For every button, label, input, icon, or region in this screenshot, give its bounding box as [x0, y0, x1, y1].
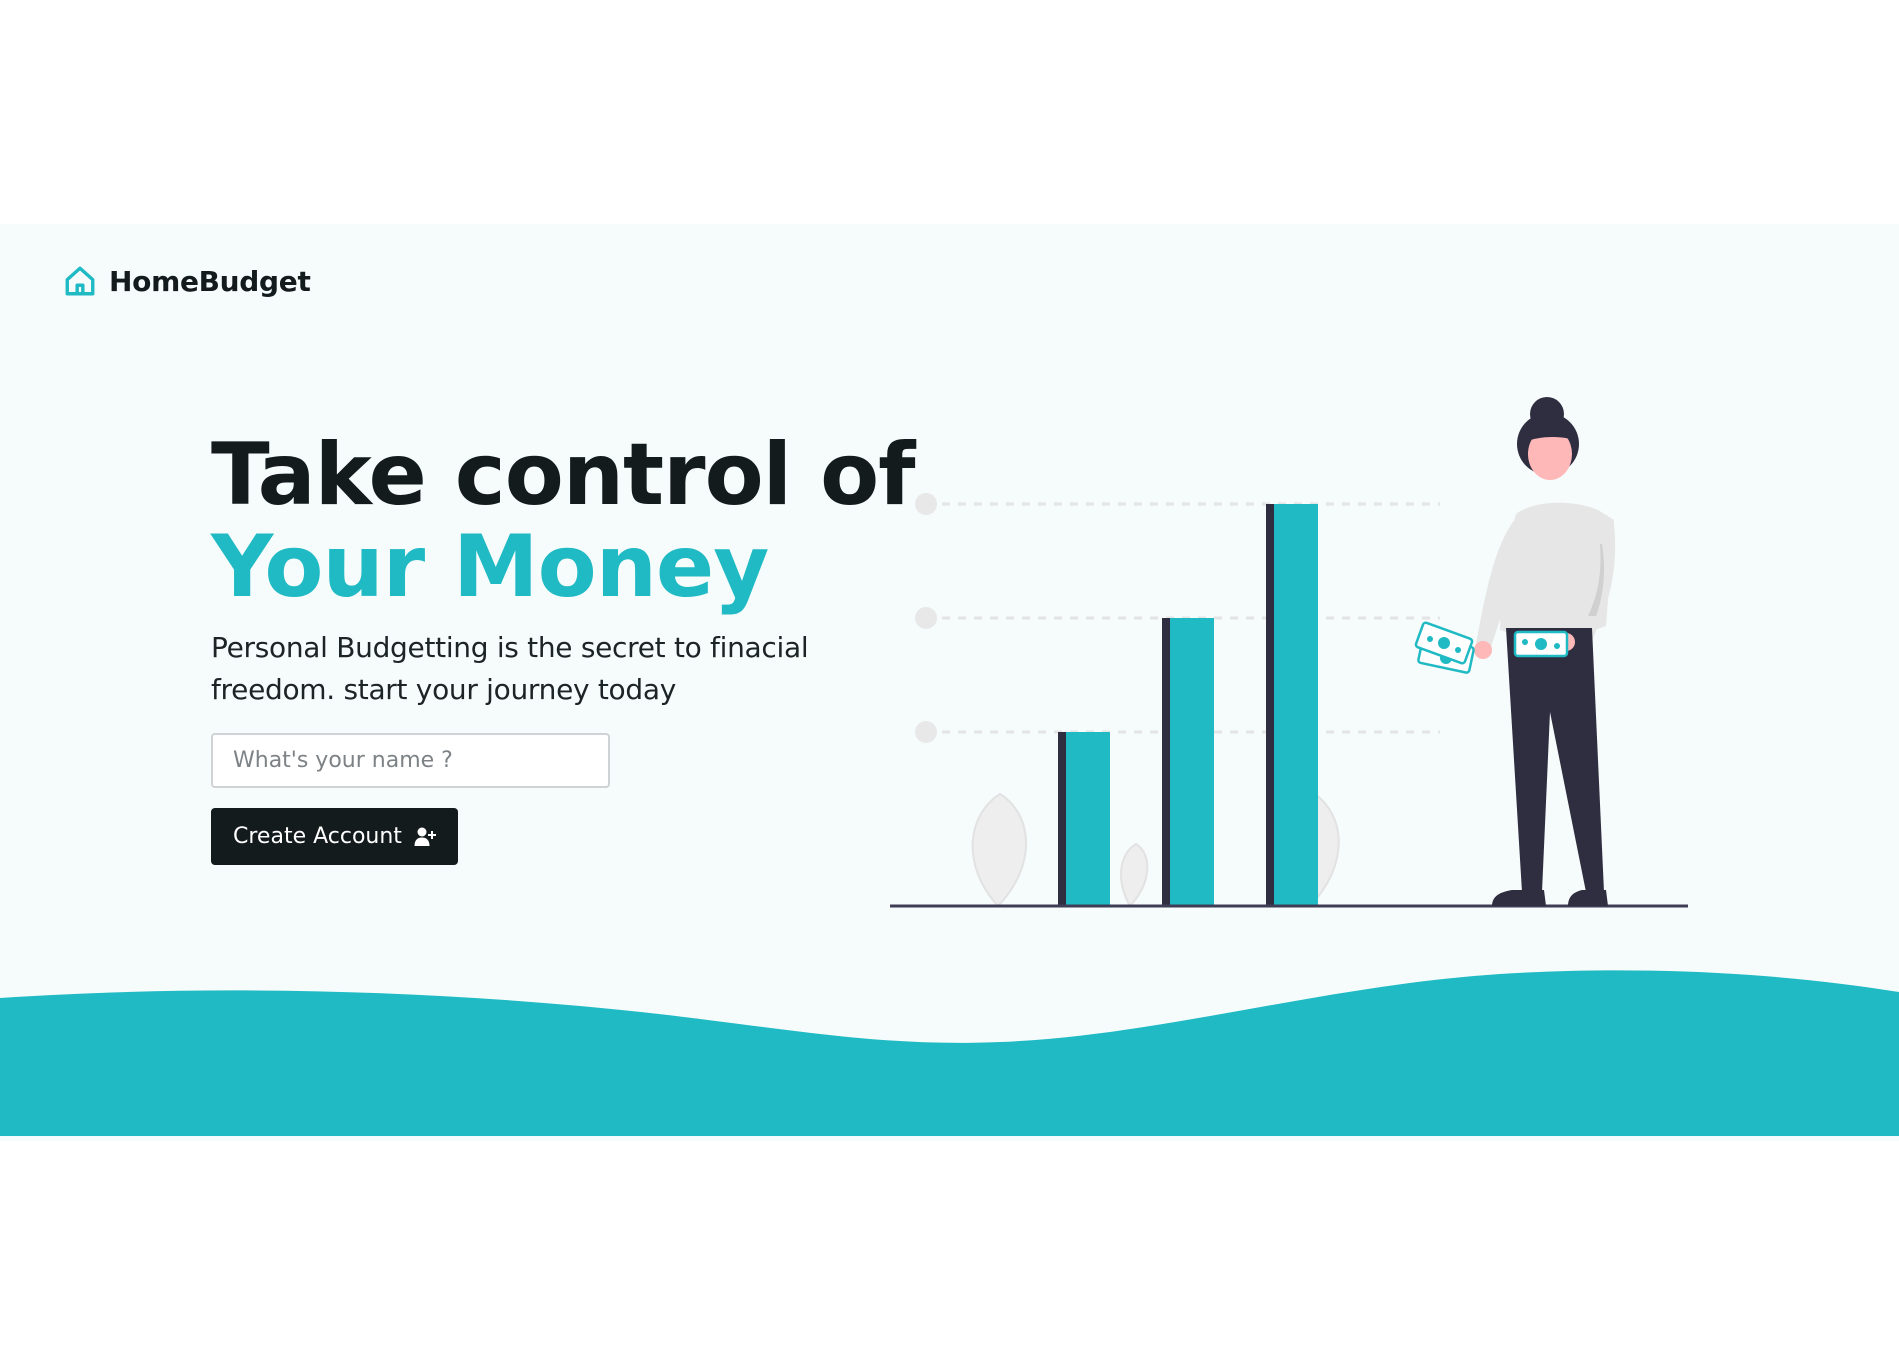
headline-line-1: Take control of	[211, 425, 916, 525]
bar-1	[1066, 732, 1110, 906]
chart-grid-dots	[915, 493, 937, 743]
create-account-button[interactable]: Create Account	[211, 808, 458, 865]
name-input[interactable]	[211, 733, 610, 788]
create-account-label: Create Account	[233, 824, 402, 849]
bar-2	[1170, 618, 1214, 906]
hero-subtitle: Personal Budgetting is the secret to fin…	[211, 631, 809, 706]
budget-growth-illustration	[880, 394, 1700, 959]
bar-3-shadow	[1266, 504, 1274, 906]
bar-2-shadow	[1162, 618, 1170, 906]
woman-figure	[1414, 397, 1616, 906]
money-bills-left	[1414, 621, 1475, 674]
wave-decoration	[0, 936, 1899, 1141]
money-bill-right	[1513, 630, 1569, 658]
headline-line-2: Your Money	[211, 517, 769, 617]
bar-chart	[1058, 504, 1318, 906]
illustration-canvas	[890, 397, 1688, 908]
user-plus-icon	[414, 826, 436, 848]
hero-section: Take control of Your Money Personal Budg…	[211, 429, 916, 865]
brand-name[interactable]: HomeBudget	[109, 265, 311, 298]
bar-3	[1274, 504, 1318, 906]
house-icon[interactable]	[63, 264, 97, 298]
navbar: HomeBudget	[63, 264, 311, 298]
hero-headline: Take control of Your Money	[211, 429, 916, 617]
landing-page: HomeBudget Take control of Your Money Pe…	[0, 224, 1899, 1141]
bar-1-shadow	[1058, 732, 1066, 906]
